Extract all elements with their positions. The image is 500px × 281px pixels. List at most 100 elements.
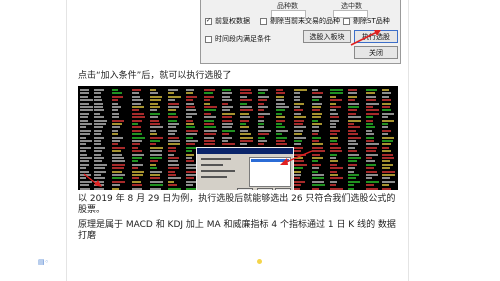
screenshot-table-cell bbox=[112, 109, 118, 112]
screenshot-table-cell bbox=[366, 167, 374, 170]
screenshot-table-cell bbox=[168, 126, 176, 129]
screenshot-table-cell bbox=[112, 167, 124, 170]
screenshot-table-cell bbox=[258, 109, 264, 112]
screenshot-table-cell bbox=[112, 116, 119, 119]
screenshot-table-cell bbox=[222, 143, 235, 146]
screenshot-table-cell bbox=[80, 102, 89, 105]
screenshot-table-cell bbox=[258, 133, 269, 136]
screenshot-table-cell bbox=[80, 136, 86, 139]
screenshot-table-cell bbox=[348, 116, 361, 119]
screenshot-table-cell bbox=[94, 133, 101, 136]
screenshot-table-cell bbox=[132, 95, 140, 98]
screenshot-table-cell bbox=[186, 99, 193, 102]
screenshot-table-cell bbox=[132, 109, 139, 112]
screenshot-table-cell bbox=[80, 143, 86, 146]
screenshot-table-cell bbox=[168, 187, 181, 190]
screenshot-table-cell bbox=[330, 167, 343, 170]
screenshot-table-cell bbox=[348, 153, 359, 156]
screenshot-table-cell bbox=[276, 140, 285, 142]
screenshot-table-cell bbox=[330, 177, 343, 180]
time-period-checkbox[interactable]: 时间段内满足条件 bbox=[205, 34, 271, 44]
screenshot-table-cell bbox=[80, 95, 88, 98]
screenshot-table-cell bbox=[366, 106, 373, 108]
screenshot-table-cell bbox=[330, 180, 337, 183]
screenshot-table-cell bbox=[80, 109, 93, 112]
screenshot-table-cell bbox=[348, 180, 360, 183]
screenshot-table-cell bbox=[112, 123, 122, 125]
screenshot-table-cell bbox=[168, 150, 176, 153]
screenshot-table-cell bbox=[168, 119, 177, 122]
screenshot-dialog-button bbox=[275, 188, 291, 190]
checkbox-icon bbox=[260, 17, 267, 25]
screenshot-table-cell bbox=[348, 123, 354, 125]
screenshot-table-cell bbox=[168, 92, 174, 95]
screenshot-table-cell bbox=[348, 160, 357, 163]
screenshot-table-cell bbox=[94, 99, 102, 102]
screenshot-table-row bbox=[80, 123, 396, 125]
screenshot-table-cell bbox=[150, 170, 162, 173]
screenshot-table-cell bbox=[168, 109, 176, 112]
close-button[interactable]: 关闭 bbox=[354, 46, 398, 59]
screenshot-table-cell bbox=[366, 102, 379, 105]
screenshot-table-cell bbox=[112, 153, 122, 156]
screenshot-table-cell bbox=[312, 123, 322, 125]
screenshot-table-cell bbox=[132, 167, 138, 170]
screenshot-table-cell bbox=[330, 95, 336, 98]
screenshot-table-cell bbox=[382, 184, 389, 187]
screenshot-table-cell bbox=[330, 150, 342, 153]
screenshot-table-cell bbox=[204, 140, 215, 142]
screenshot-table-cell bbox=[382, 89, 389, 91]
screenshot-table-cell bbox=[186, 109, 196, 112]
screenshot-table-cell bbox=[276, 109, 285, 112]
screenshot-table-cell bbox=[294, 174, 301, 176]
stock-list-screenshot bbox=[78, 86, 398, 190]
screenshot-table-cell bbox=[168, 133, 175, 136]
screenshot-table-cell bbox=[222, 106, 233, 108]
screenshot-table-cell bbox=[312, 174, 324, 176]
screenshot-table-cell bbox=[80, 140, 92, 142]
screenshot-table-cell bbox=[240, 123, 246, 125]
paragraph-principle: 原理是属于 MACD 和 KDJ 加上 MA 和威廉指标 4 个指标通过 1 日… bbox=[78, 220, 396, 241]
screenshot-table-row bbox=[80, 119, 396, 122]
delete-st-checkbox[interactable]: 剔除ST品种 bbox=[343, 16, 390, 26]
pre-rights-checkbox[interactable]: ✓ 前复权数据 bbox=[205, 16, 250, 26]
screenshot-table-cell bbox=[168, 163, 179, 166]
screenshot-table-cell bbox=[186, 129, 198, 132]
checkbox-icon bbox=[205, 35, 212, 43]
screenshot-table-cell bbox=[330, 160, 338, 163]
screenshot-table-cell bbox=[366, 184, 374, 187]
screenshot-table-cell bbox=[112, 129, 118, 132]
screenshot-table-cell bbox=[186, 150, 192, 153]
screenshot-table-cell bbox=[330, 174, 338, 176]
paragraph-result: 以 2019 年 8 月 29 日为例，执行选股后就能够选出 26 只符合我们选… bbox=[78, 194, 396, 215]
screenshot-table-cell bbox=[112, 174, 125, 176]
screenshot-table-row bbox=[80, 140, 396, 142]
screenshot-table-row bbox=[80, 129, 396, 132]
screenshot-table-cell bbox=[312, 106, 321, 108]
screenshot-table-cell bbox=[132, 157, 142, 159]
screenshot-table-cell bbox=[112, 133, 118, 136]
screenshot-table-cell bbox=[382, 126, 388, 129]
screenshot-table-cell bbox=[132, 123, 138, 125]
screenshot-table-cell bbox=[258, 102, 264, 105]
screenshot-table-cell bbox=[204, 126, 216, 129]
screenshot-table-cell bbox=[348, 109, 357, 112]
screenshot-table-cell bbox=[312, 112, 322, 115]
screenshot-table-cell bbox=[204, 133, 216, 136]
screenshot-table-cell bbox=[330, 136, 338, 139]
screenshot-table-cell bbox=[150, 95, 162, 98]
add-to-block-button[interactable]: 选股入板块 bbox=[303, 30, 351, 43]
screenshot-table-cell bbox=[382, 170, 395, 173]
screenshot-table-row bbox=[80, 95, 396, 98]
screenshot-table-cell bbox=[382, 153, 393, 156]
screenshot-table-row bbox=[80, 89, 396, 91]
screenshot-table-cell bbox=[132, 150, 142, 153]
screenshot-table-cell bbox=[168, 184, 177, 187]
screenshot-table-cell bbox=[112, 163, 125, 166]
screenshot-table-cell bbox=[150, 136, 163, 139]
screenshot-table-cell bbox=[222, 129, 235, 132]
screenshot-table-cell bbox=[150, 160, 158, 163]
screenshot-table-cell bbox=[94, 109, 104, 112]
delete-untraded-checkbox[interactable]: 剔除当前未交易的品种 bbox=[260, 16, 340, 26]
screenshot-table-cell bbox=[258, 92, 265, 95]
